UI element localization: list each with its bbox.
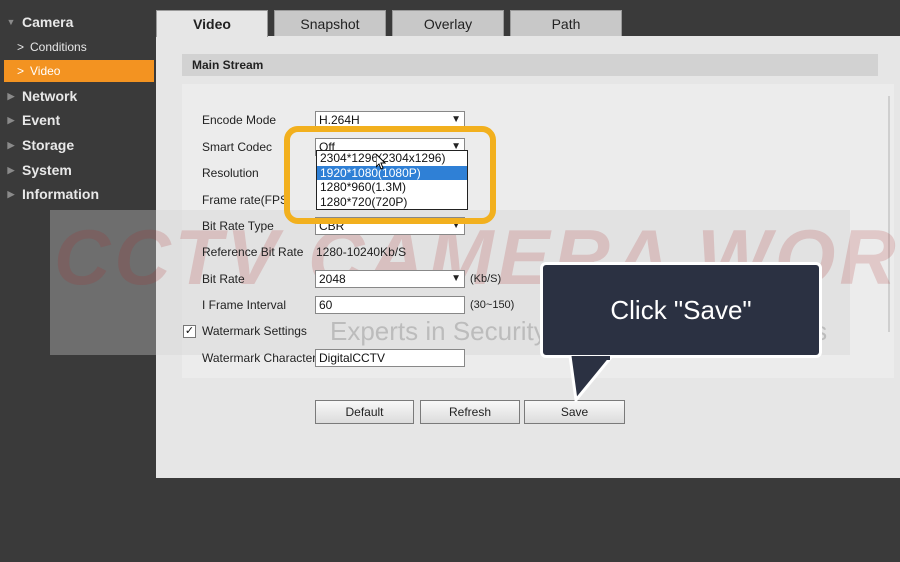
expanded-triangle-icon: ▼ — [6, 17, 16, 27]
nav-system-label: System — [22, 162, 72, 178]
default-button[interactable]: Default — [315, 400, 414, 424]
tab-overlay[interactable]: Overlay — [392, 10, 504, 36]
nav-video[interactable]: > Video — [4, 60, 154, 82]
watermark-character-label: Watermark Character — [202, 351, 317, 365]
smart-codec-label: Smart Codec — [202, 140, 273, 154]
bit-rate-value: 2048 — [319, 272, 346, 286]
nav-camera[interactable]: ▼ Camera — [0, 11, 156, 33]
click-save-callout: Click "Save" — [540, 262, 822, 358]
bit-rate-select[interactable]: 2048 ▼ — [315, 270, 465, 288]
nav-storage-label: Storage — [22, 137, 75, 153]
nav-camera-label: Camera — [22, 14, 74, 30]
collapsed-triangle-icon: ▶ — [7, 188, 15, 199]
encode-mode-value: H.264H — [319, 113, 360, 127]
collapsed-triangle-icon: ▶ — [7, 90, 15, 101]
chevron-down-icon: ▼ — [451, 273, 461, 284]
tab-bar: Video Snapshot Overlay Path — [156, 10, 900, 37]
callout-text: Click "Save" — [610, 294, 752, 325]
i-frame-interval-input[interactable]: 60 — [315, 296, 465, 314]
section-title: Main Stream — [182, 54, 878, 76]
bit-rate-label: Bit Rate — [202, 272, 245, 286]
nav-conditions-label: Conditions — [30, 40, 87, 54]
reference-bit-rate-value: 1280-10240Kb/S — [316, 245, 407, 259]
tab-video[interactable]: Video — [156, 10, 268, 37]
nav-system[interactable]: ▶ System — [0, 159, 156, 181]
save-button[interactable]: Save — [524, 400, 625, 424]
nav-conditions[interactable]: > Conditions — [4, 36, 154, 58]
collapsed-triangle-icon: ▶ — [7, 139, 15, 150]
bit-rate-type-label: Bit Rate Type — [202, 219, 274, 233]
watermark-settings-label: Watermark Settings — [202, 324, 307, 338]
highlight-box — [284, 126, 496, 224]
i-frame-interval-range: (30~150) — [470, 299, 515, 311]
bit-rate-unit: (Kb/S) — [470, 273, 502, 285]
nav-network[interactable]: ▶ Network — [0, 85, 156, 107]
nav-information-label: Information — [22, 186, 99, 202]
resolution-label: Resolution — [202, 166, 259, 180]
nav-network-label: Network — [22, 88, 78, 104]
tab-path[interactable]: Path — [510, 10, 622, 36]
nav-event[interactable]: ▶ Event — [0, 109, 156, 131]
collapsed-triangle-icon: ▶ — [7, 164, 15, 175]
tab-snapshot[interactable]: Snapshot — [274, 10, 386, 36]
watermark-settings-checkbox[interactable]: ✓ — [183, 325, 196, 338]
nav-event-label: Event — [22, 112, 61, 128]
i-frame-interval-label: I Frame Interval — [202, 298, 287, 312]
reference-bit-rate-label: Reference Bit Rate — [202, 245, 304, 259]
mouse-cursor-icon — [376, 154, 386, 170]
chevron-right-icon: > — [16, 40, 24, 54]
nav-storage[interactable]: ▶ Storage — [0, 134, 156, 156]
callout-pointer — [568, 356, 614, 402]
encode-mode-label: Encode Mode — [202, 113, 277, 127]
watermark-character-input[interactable]: DigitalCCTV — [315, 349, 465, 367]
nav-information[interactable]: ▶ Information — [0, 183, 156, 205]
collapsed-triangle-icon: ▶ — [7, 114, 15, 125]
nav-video-label: Video — [30, 64, 61, 78]
chevron-right-icon: > — [16, 64, 24, 78]
frame-rate-label: Frame rate(FPS — [202, 193, 289, 207]
refresh-button[interactable]: Refresh — [420, 400, 520, 424]
